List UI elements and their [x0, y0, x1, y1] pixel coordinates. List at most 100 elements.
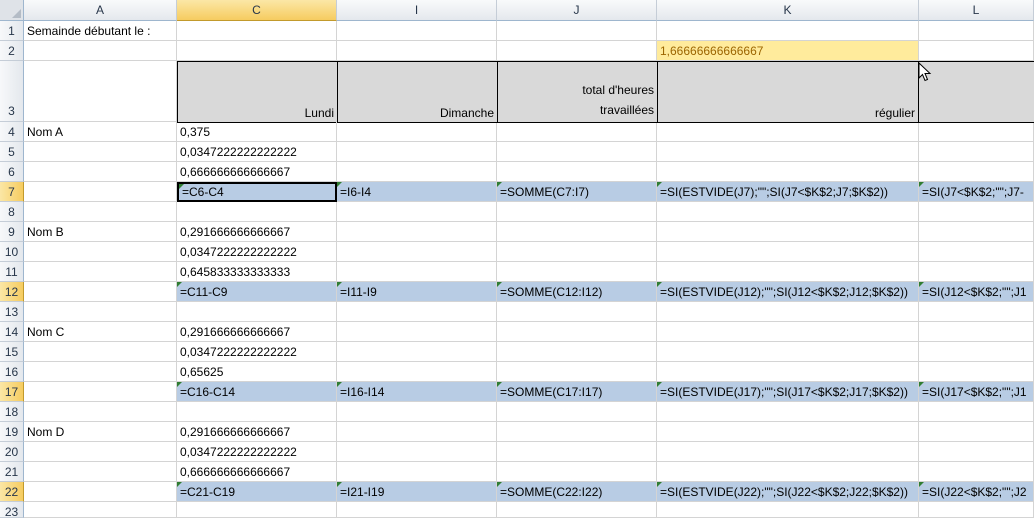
cell-c21[interactable]: 0,666666666666667	[177, 462, 337, 482]
row-header-9[interactable]: 9	[0, 222, 24, 242]
empty-cell[interactable]	[24, 482, 177, 502]
empty-cell[interactable]	[497, 362, 657, 382]
empty-cell[interactable]	[657, 162, 919, 182]
empty-cell[interactable]	[919, 142, 1034, 162]
cell-a19[interactable]: Nom D	[24, 422, 177, 442]
empty-cell[interactable]	[497, 502, 657, 518]
cell-j17[interactable]: =SOMME(C17:I17)	[497, 382, 657, 402]
empty-cell[interactable]	[657, 402, 919, 422]
row-header-17[interactable]: 17	[0, 382, 24, 402]
empty-cell[interactable]	[24, 142, 177, 162]
column-header-k[interactable]: K	[657, 0, 919, 21]
cell-k22[interactable]: =SI(ESTVIDE(J22);"";SI(J22<$K$2;J22;$K$2…	[657, 482, 919, 502]
empty-cell[interactable]	[657, 442, 919, 462]
cell-l12[interactable]: =SI(J12<$K$2;"";J1	[919, 282, 1034, 302]
cell-c12[interactable]: =C11-C9	[177, 282, 337, 302]
empty-cell[interactable]	[24, 262, 177, 282]
empty-cell[interactable]	[919, 342, 1034, 362]
empty-cell[interactable]	[919, 442, 1034, 462]
empty-cell[interactable]	[497, 41, 657, 61]
cell-j7[interactable]: =SOMME(C7:I7)	[497, 182, 657, 202]
empty-cell[interactable]	[24, 502, 177, 518]
empty-cell[interactable]	[657, 142, 919, 162]
empty-cell[interactable]	[919, 462, 1034, 482]
empty-cell[interactable]	[657, 242, 919, 262]
empty-cell[interactable]	[497, 422, 657, 442]
row-header-18[interactable]: 18	[0, 402, 24, 422]
cell-c10[interactable]: 0,0347222222222222	[177, 242, 337, 262]
empty-cell[interactable]	[919, 202, 1034, 222]
column-header-l[interactable]: L	[919, 0, 1034, 21]
cell-c17[interactable]: =C16-C14	[177, 382, 337, 402]
column-header-c[interactable]: C	[177, 0, 337, 21]
row-header-1[interactable]: 1	[0, 21, 24, 41]
empty-cell[interactable]	[337, 242, 497, 262]
empty-cell[interactable]	[337, 422, 497, 442]
empty-cell[interactable]	[657, 202, 919, 222]
empty-cell[interactable]	[657, 262, 919, 282]
cell-l3[interactable]	[918, 61, 1034, 123]
row-header-20[interactable]: 20	[0, 442, 24, 462]
empty-cell[interactable]	[24, 282, 177, 302]
empty-cell[interactable]	[919, 402, 1034, 422]
empty-cell[interactable]	[497, 122, 657, 142]
empty-cell[interactable]	[919, 502, 1034, 518]
row-header-2[interactable]: 2	[0, 41, 24, 61]
cell-j12[interactable]: =SOMME(C12:I12)	[497, 282, 657, 302]
cell-c4[interactable]: 0,375	[177, 122, 337, 142]
cell-a1[interactable]: Semainde débutant le :	[24, 21, 177, 41]
column-header-a[interactable]: A	[24, 0, 177, 21]
empty-cell[interactable]	[657, 122, 919, 142]
empty-cell[interactable]	[919, 222, 1034, 242]
empty-cell[interactable]	[497, 142, 657, 162]
empty-cell[interactable]	[24, 442, 177, 462]
cell-i22[interactable]: =I21-I19	[337, 482, 497, 502]
empty-cell[interactable]	[919, 322, 1034, 342]
empty-cell[interactable]	[24, 162, 177, 182]
empty-cell[interactable]	[337, 502, 497, 518]
empty-cell[interactable]	[24, 402, 177, 422]
empty-cell[interactable]	[919, 262, 1034, 282]
empty-cell[interactable]	[337, 122, 497, 142]
empty-cell[interactable]	[24, 242, 177, 262]
row-header-11[interactable]: 11	[0, 262, 24, 282]
empty-cell[interactable]	[657, 502, 919, 518]
row-header-19[interactable]: 19	[0, 422, 24, 442]
empty-cell[interactable]	[497, 322, 657, 342]
row-header-13[interactable]: 13	[0, 302, 24, 322]
row-header-15[interactable]: 15	[0, 342, 24, 362]
cell-c19[interactable]: 0,291666666666667	[177, 422, 337, 442]
empty-cell[interactable]	[919, 362, 1034, 382]
empty-cell[interactable]	[337, 442, 497, 462]
empty-cell[interactable]	[24, 182, 177, 202]
empty-cell[interactable]	[657, 222, 919, 242]
empty-cell[interactable]	[497, 402, 657, 422]
empty-cell[interactable]	[177, 41, 337, 61]
cell-c7-active[interactable]: =C6-C4	[177, 182, 337, 202]
row-header-3[interactable]: 3	[0, 61, 24, 122]
empty-cell[interactable]	[497, 222, 657, 242]
empty-cell[interactable]	[919, 302, 1034, 322]
column-header-j[interactable]: J	[497, 0, 657, 21]
empty-cell[interactable]	[337, 262, 497, 282]
cell-j3[interactable]: total d'heures travaillées	[497, 61, 658, 123]
cell-i17[interactable]: =I16-I14	[337, 382, 497, 402]
cell-c9[interactable]: 0,291666666666667	[177, 222, 337, 242]
row-header-7[interactable]: 7	[0, 182, 24, 202]
empty-cell[interactable]	[177, 502, 337, 518]
empty-cell[interactable]	[919, 21, 1034, 41]
empty-cell[interactable]	[177, 402, 337, 422]
cell-c15[interactable]: 0,0347222222222222	[177, 342, 337, 362]
cell-c22[interactable]: =C21-C19	[177, 482, 337, 502]
empty-cell[interactable]	[177, 21, 337, 41]
empty-cell[interactable]	[497, 162, 657, 182]
empty-cell[interactable]	[657, 21, 919, 41]
empty-cell[interactable]	[497, 242, 657, 262]
empty-cell[interactable]	[337, 41, 497, 61]
empty-cell[interactable]	[337, 302, 497, 322]
row-header-16[interactable]: 16	[0, 362, 24, 382]
row-header-22[interactable]: 22	[0, 482, 24, 502]
empty-cell[interactable]	[24, 202, 177, 222]
empty-cell[interactable]	[919, 422, 1034, 442]
empty-cell[interactable]	[657, 422, 919, 442]
